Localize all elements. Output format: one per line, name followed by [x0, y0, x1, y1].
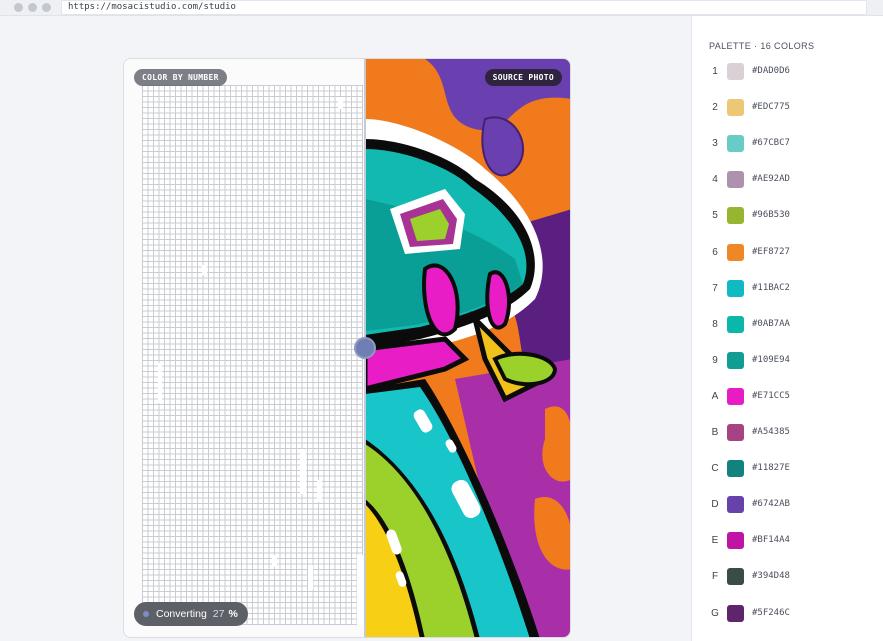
swatch-color-chip[interactable] — [727, 315, 744, 333]
palette-swatch-row[interactable]: 1 #DAD0D6 — [709, 62, 879, 82]
grid-blank-cell — [272, 555, 277, 567]
grid-blank-cell — [357, 555, 363, 625]
palette-swatch-row[interactable]: A #E71CC5 — [709, 387, 879, 407]
palette-swatch-row[interactable]: 7 #11BAC2 — [709, 279, 879, 299]
swatch-hex-code: #DAD0D6 — [752, 66, 790, 76]
swatch-key: 7 — [712, 282, 718, 294]
swatch-hex-code: #5F246C — [752, 607, 790, 618]
swatch-color-chip[interactable] — [727, 351, 744, 369]
swatch-color-chip[interactable] — [727, 496, 744, 514]
swatch-color-chip[interactable] — [727, 424, 744, 441]
swatch-hex-code: #0AB7AA — [752, 318, 790, 329]
address-bar[interactable]: https://mosacistudio.com/studio — [61, 0, 867, 15]
palette-swatch-row[interactable]: 4 #AE92AD — [709, 170, 879, 190]
swatch-key: D — [711, 499, 719, 511]
grid-blank-cell — [317, 480, 322, 502]
palette-swatch-row[interactable]: G #5F246C — [709, 604, 879, 624]
swatch-key: 2 — [712, 102, 718, 114]
grid-blank-cell — [202, 265, 207, 275]
compare-slider-handle[interactable] — [354, 337, 376, 359]
swatch-key: 6 — [712, 246, 718, 258]
palette-swatch-row[interactable]: 6 #EF8727 — [709, 243, 879, 263]
swatch-color-chip[interactable] — [727, 568, 744, 586]
color-by-number-label: COLOR BY NUMBER — [134, 69, 227, 86]
swatch-key: A — [711, 390, 719, 402]
swatch-key: 9 — [712, 354, 718, 366]
status-percent-sign: % — [228, 608, 238, 620]
swatch-key: 8 — [712, 318, 718, 330]
window-maximize-dot[interactable] — [42, 3, 51, 12]
swatch-color-chip[interactable] — [727, 171, 744, 189]
grid-blank-cell — [338, 97, 343, 109]
compare-canvas: COLOR BY NUMBER SOURCE PHOTO Converting … — [123, 58, 571, 638]
number-grid — [142, 85, 363, 625]
palette-swatch-row[interactable]: 3 #67CBC7 — [709, 134, 879, 154]
swatch-key: F — [711, 571, 719, 583]
swatch-color-chip[interactable] — [727, 243, 744, 261]
swatch-hex-code: #96B530 — [752, 210, 790, 221]
swatch-color-chip[interactable] — [727, 99, 744, 117]
swatch-color-chip[interactable] — [727, 135, 744, 153]
swatch-hex-code: #E71CC5 — [752, 390, 790, 401]
palette-swatch-row[interactable]: 2 #EDC775 — [709, 98, 879, 118]
swatch-hex-code: #11827E — [752, 463, 790, 474]
conversion-status: Converting 27% — [134, 602, 248, 626]
palette-swatch-row[interactable]: 8 #0AB7AA — [709, 315, 879, 335]
source-photo-pane: SOURCE PHOTO — [365, 59, 570, 637]
color-by-number-pane: COLOR BY NUMBER — [124, 59, 365, 637]
swatch-key: 1 — [712, 66, 718, 77]
swatch-color-chip[interactable] — [727, 63, 744, 80]
palette-title: PALETTE · 16 COLORS — [709, 41, 815, 51]
swatch-color-chip[interactable] — [727, 279, 744, 297]
status-indicator-dot — [143, 611, 149, 617]
palette-panel: PALETTE · 16 COLORS 1 #DAD0D6 2 #EDC775 3 #67… — [691, 16, 883, 641]
grid-blank-cell — [158, 363, 162, 403]
palette-swatch-row[interactable]: B #A54385 — [709, 423, 879, 443]
swatch-color-chip[interactable] — [727, 532, 744, 550]
swatch-color-chip[interactable] — [727, 207, 744, 225]
swatch-hex-code: #109E94 — [752, 354, 790, 365]
swatch-key: B — [711, 427, 719, 438]
swatch-key: E — [711, 535, 719, 547]
window-minimize-dot[interactable] — [28, 3, 37, 12]
window-close-dot[interactable] — [14, 3, 23, 12]
source-photo-illustration — [365, 59, 570, 637]
canvas-stage: COLOR BY NUMBER SOURCE PHOTO Converting … — [0, 16, 691, 641]
palette-swatch-row[interactable]: F #394D48 — [709, 567, 879, 587]
status-percent: 27 — [212, 608, 225, 620]
swatch-hex-code: #AE92AD — [752, 174, 790, 185]
status-label: Converting — [156, 608, 207, 620]
grid-blank-cell — [308, 565, 313, 590]
browser-toolbar: https://mosacistudio.com/studio — [0, 0, 883, 16]
swatch-color-chip[interactable] — [727, 604, 744, 622]
palette-swatch-row[interactable]: D #6742AB — [709, 495, 879, 515]
swatch-hex-code: #BF14A4 — [752, 535, 790, 546]
source-photo-label: SOURCE PHOTO — [484, 69, 562, 86]
swatch-color-chip[interactable] — [727, 387, 744, 405]
palette-swatch-row[interactable]: 9 #109E94 — [709, 351, 879, 371]
palette-swatch-row[interactable]: E #BF14A4 — [709, 531, 879, 551]
swatch-hex-code: #6742AB — [752, 499, 790, 510]
swatch-key: 5 — [712, 210, 718, 222]
swatch-hex-code: #11BAC2 — [752, 282, 790, 293]
grid-blank-cell — [300, 449, 306, 494]
palette-swatch-row[interactable]: 5 #96B530 — [709, 206, 879, 226]
swatch-hex-code: #394D48 — [752, 571, 790, 582]
palette-swatch-row[interactable]: C #11827E — [709, 459, 879, 479]
swatch-hex-code: #EDC775 — [752, 102, 790, 113]
swatch-key: C — [711, 463, 719, 475]
swatch-key: 3 — [712, 138, 718, 150]
swatch-hex-code: #EF8727 — [752, 246, 790, 257]
swatch-color-chip[interactable] — [727, 460, 744, 478]
swatch-hex-code: #A54385 — [752, 427, 790, 437]
swatch-hex-code: #67CBC7 — [752, 138, 790, 149]
swatch-key: G — [711, 607, 719, 619]
swatch-key: 4 — [712, 174, 718, 186]
